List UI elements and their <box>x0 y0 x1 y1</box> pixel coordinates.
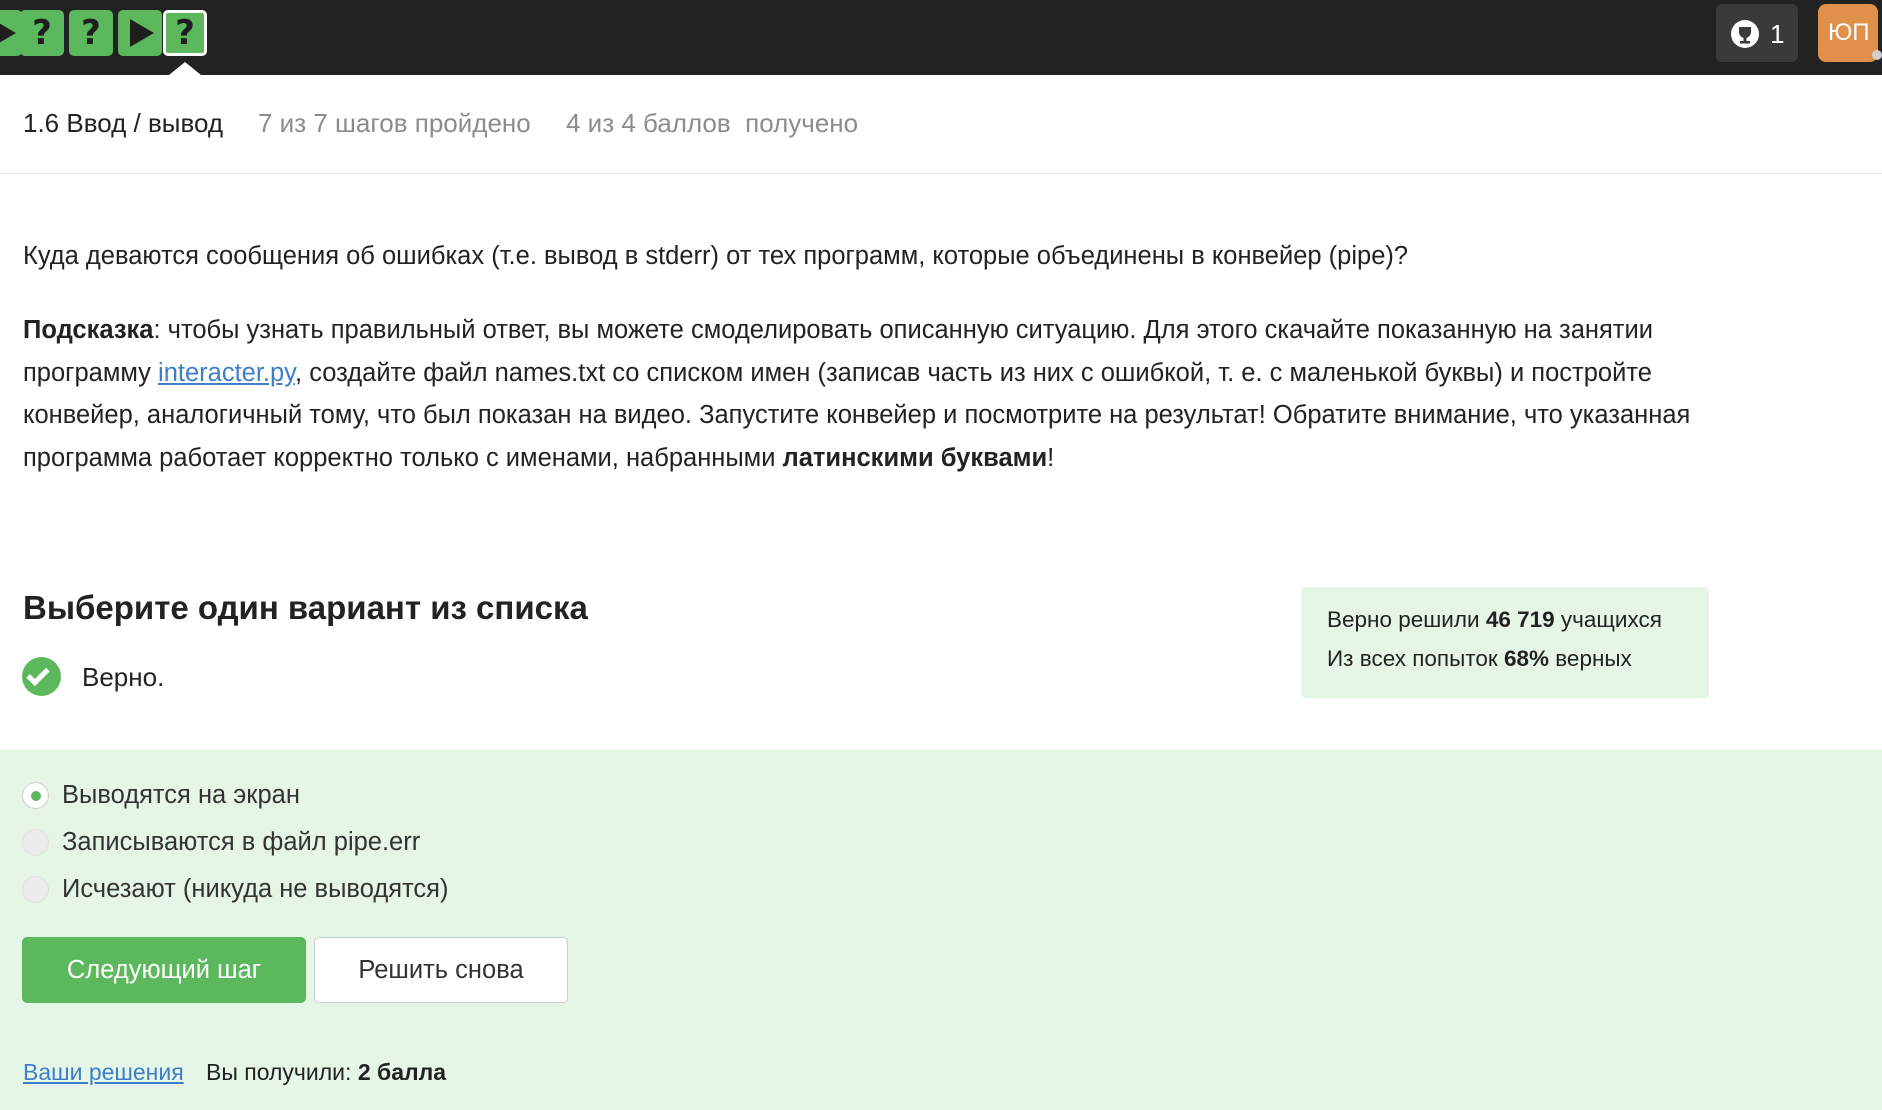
hint-bold-text: латинскими буквами <box>782 443 1048 472</box>
stats-attempts-line: Из всех попыток 68% верных <box>1327 646 1632 672</box>
step-5-quiz-icon-current[interactable]: ? <box>163 10 207 56</box>
verdict-text: Верно. <box>82 662 165 692</box>
awards-button[interactable]: 1 <box>1716 4 1798 62</box>
score-value: 2 балла <box>357 1059 447 1085</box>
stats-attempts-percent: 68% <box>1503 646 1549 671</box>
next-step-button[interactable]: Следующий шаг <box>22 937 306 1003</box>
stats-panel: Верно решили 46 719 учащихся Из всех поп… <box>1301 587 1709 698</box>
stats-solved-line: Верно решили 46 719 учащихся <box>1327 607 1662 633</box>
radio-button-selected[interactable] <box>22 782 49 809</box>
question-text: Куда деваются сообщения об ошибках (т.е.… <box>23 242 1409 270</box>
step-4-video-icon[interactable] <box>118 10 162 56</box>
user-avatar[interactable]: ЮП <box>1818 4 1878 62</box>
step-5-label: ? <box>175 13 195 53</box>
radio-button[interactable] <box>22 829 49 856</box>
your-solutions-link[interactable]: Ваши решения <box>23 1059 184 1086</box>
stats-solved-suffix: учащихся <box>1554 607 1662 632</box>
solve-again-button[interactable]: Решить снова <box>314 937 568 1003</box>
interacter-download-link[interactable]: interacter.py <box>158 359 295 387</box>
trophy-icon <box>1731 20 1759 48</box>
lesson-points-progress: 4 из 4 баллов получено <box>566 108 859 138</box>
stats-attempts-suffix: верных <box>1548 646 1632 671</box>
quiz-title: Выберите один вариант из списка <box>23 589 588 626</box>
stats-attempts-prefix: Из всех попыток <box>1327 646 1504 671</box>
lesson-title[interactable]: 1.6 Ввод / вывод <box>23 108 223 139</box>
radio-button[interactable] <box>22 876 49 903</box>
awards-count: 1 <box>1770 19 1785 49</box>
hint-paragraph: Подсказка: чтобы узнать правильный ответ… <box>23 309 1743 479</box>
hint-label: Подсказка <box>23 316 154 344</box>
top-navigation-bar: ? ? ? 1 ЮП <box>0 0 1882 75</box>
hint-text-end: ! <box>1047 443 1055 472</box>
lesson-steps-progress: 7 из 7 шагов пройдено <box>258 108 531 138</box>
score-text: Вы получили: 2 балла <box>206 1059 446 1086</box>
lesson-header: 1.6 Ввод / вывод 7 из 7 шагов пройдено 4… <box>0 75 1882 174</box>
step-3-quiz-icon[interactable]: ? <box>69 10 113 56</box>
avatar-status-dot <box>1872 50 1882 60</box>
step-2-quiz-icon[interactable]: ? <box>20 10 64 56</box>
stats-solved-prefix: Верно решили <box>1327 607 1486 632</box>
correct-check-icon <box>22 657 61 696</box>
option-1-label[interactable]: Выводятся на экран <box>62 781 300 810</box>
option-2-label[interactable]: Записываются в файл pipe.err <box>62 828 420 857</box>
step-2-label: ? <box>32 13 52 53</box>
stats-solved-count: 46 719 <box>1485 607 1555 632</box>
step-3-label: ? <box>81 13 101 53</box>
score-prefix: Вы получили: <box>206 1059 358 1085</box>
current-step-pointer-icon <box>169 62 201 75</box>
step-1-video-icon[interactable] <box>0 10 22 56</box>
option-3-label[interactable]: Исчезают (никуда не выводятся) <box>62 875 448 904</box>
